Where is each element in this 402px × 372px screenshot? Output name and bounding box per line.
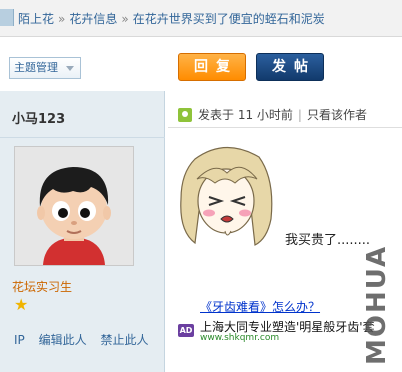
topic-manage-dropdown[interactable]: 主题管理	[9, 57, 81, 79]
post-meta: 发表于 11 小时前 | 只看该作者	[178, 106, 367, 123]
edit-user-link[interactable]: 编辑此人	[39, 333, 87, 347]
ad-badge: AD	[178, 324, 194, 337]
post-time: 发表于 11 小时前	[198, 108, 293, 122]
ad-url[interactable]: www.shkqmr.com	[200, 333, 279, 343]
author-panel: 小马123 花坛实习生 ★ IP 编辑此人 禁止此人	[0, 91, 165, 372]
avatar[interactable]	[14, 146, 134, 266]
user-rank: 花坛实习生	[12, 280, 73, 294]
breadcrumb: 陌上花» 花卉信息» 在花卉世界买到了便宜的蛭石和泥炭	[18, 10, 325, 27]
post-body: 我买贵了........	[285, 233, 371, 248]
cartoon-boy-avatar-icon	[15, 147, 133, 265]
toolbar: 主题管理 回复 发帖	[0, 37, 402, 91]
user-online-icon	[178, 108, 192, 122]
breadcrumb-item-section[interactable]: 花卉信息	[69, 12, 117, 26]
crying-anime-girl-sticker	[180, 146, 273, 246]
breadcrumb-item-home[interactable]: 陌上花	[18, 12, 54, 26]
star-icon: ★	[14, 295, 29, 314]
topic-manage-label: 主题管理	[14, 61, 58, 74]
ip-link[interactable]: IP	[14, 333, 25, 347]
new-post-button[interactable]: 发帖	[256, 53, 324, 81]
ban-user-link[interactable]: 禁止此人	[100, 333, 148, 347]
author-name[interactable]: 小马123	[12, 108, 65, 127]
breadcrumb-separator: »	[121, 12, 129, 26]
breadcrumb-bar: 陌上花» 花卉信息» 在花卉世界买到了便宜的蛭石和泥炭	[0, 0, 402, 37]
home-icon[interactable]	[0, 9, 14, 26]
watermark: MOHUA	[362, 244, 392, 365]
divider	[168, 127, 402, 128]
author-actions: IP 编辑此人 禁止此人	[14, 331, 158, 348]
separator: |	[297, 108, 302, 122]
breadcrumb-item-thread[interactable]: 在花卉世界买到了便宜的蛭石和泥炭	[133, 12, 325, 26]
chevron-down-icon	[66, 66, 74, 71]
reply-button[interactable]: 回复	[178, 53, 246, 81]
breadcrumb-separator: »	[58, 12, 66, 26]
only-author-link[interactable]: 只看该作者	[307, 108, 367, 122]
ad-title-link[interactable]: 《牙齿难看》怎么办？	[200, 298, 320, 315]
divider	[0, 137, 165, 138]
